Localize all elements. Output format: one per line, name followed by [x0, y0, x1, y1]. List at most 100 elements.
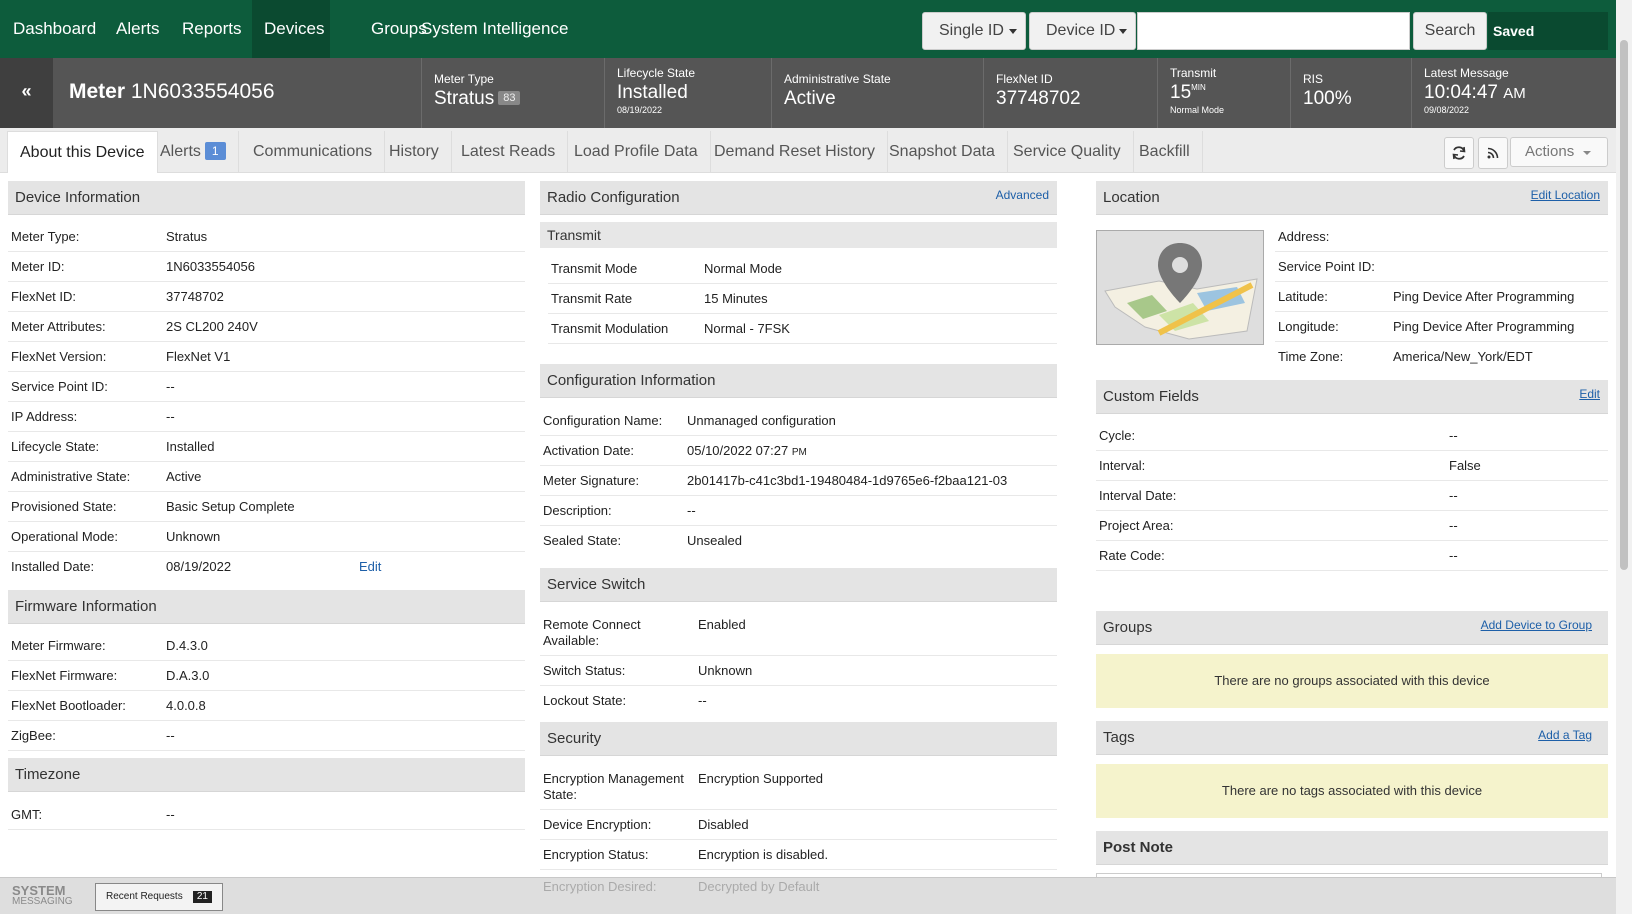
table-row: Interval: False: [1096, 451, 1608, 481]
edit-custom-fields-link[interactable]: Edit: [1579, 380, 1600, 408]
table-row: Address:: [1275, 222, 1608, 252]
recent-requests-button[interactable]: Recent Requests 21: [95, 883, 223, 911]
search-input[interactable]: [1137, 12, 1410, 50]
table-row: Meter Signature: 2b01417b-c41c3bd1-194804…: [540, 466, 1057, 496]
tab-alerts[interactable]: Alerts 1: [148, 131, 239, 173]
radio-config-header: Radio Configuration Advanced: [540, 181, 1057, 215]
collapse-button[interactable]: «: [0, 58, 53, 128]
table-row: Transmit Modulation Normal - 7FSK: [548, 314, 1057, 344]
nav-reports[interactable]: Reports: [170, 0, 254, 58]
row-value: Unmanaged configuration: [687, 413, 836, 428]
tab-service-quality[interactable]: Service Quality: [1001, 131, 1134, 173]
tab-snapshot[interactable]: Snapshot Data: [877, 131, 1008, 173]
count-badge: 83: [498, 91, 521, 105]
security-header: Security: [540, 722, 1057, 756]
scrollbar-thumb[interactable]: [1620, 40, 1628, 570]
row-key: Operational Mode:: [11, 529, 118, 544]
row-value-ampm: PM: [791, 447, 807, 458]
edit-location-link[interactable]: Edit Location: [1531, 181, 1600, 209]
rss-button[interactable]: [1478, 137, 1508, 169]
add-device-to-group-link[interactable]: Add Device to Group: [1481, 611, 1592, 639]
stat-value: 10:04:47: [1424, 82, 1498, 103]
table-row: Transmit Rate 15 Minutes: [548, 284, 1057, 314]
rss-icon: [1487, 147, 1499, 159]
row-key: Description:: [543, 503, 612, 518]
tab-history[interactable]: History: [377, 131, 452, 173]
table-row: Lifecycle State: Installed: [8, 432, 525, 462]
advanced-link[interactable]: Advanced: [996, 181, 1049, 209]
row-value: --: [166, 807, 175, 822]
row-value: Normal - 7FSK: [704, 321, 790, 336]
tab-about[interactable]: About this Device: [7, 131, 158, 173]
add-tag-link[interactable]: Add a Tag: [1538, 721, 1592, 749]
nav-alerts[interactable]: Alerts: [104, 0, 171, 58]
tab-demand-reset[interactable]: Demand Reset History: [702, 131, 888, 173]
table-row: Meter Attributes: 2S CL200 240V: [8, 312, 525, 342]
row-key: Meter Firmware:: [11, 638, 106, 653]
edit-installed-date-link[interactable]: Edit: [359, 559, 381, 574]
row-value: 08/19/2022: [166, 559, 232, 574]
page-scrollbar[interactable]: [1616, 0, 1632, 914]
refresh-button[interactable]: [1444, 137, 1474, 169]
tab-communications[interactable]: Communications: [241, 131, 386, 173]
table-row: Installed Date: 08/19/2022 Edit: [8, 552, 525, 582]
location-map[interactable]: [1096, 230, 1264, 345]
search-button[interactable]: Search: [1413, 12, 1487, 50]
row-value: Normal Mode: [704, 261, 783, 276]
row-value: 15 Minutes: [704, 291, 768, 306]
nav-dashboard[interactable]: Dashboard: [1, 0, 108, 58]
row-key: Service Point ID:: [1278, 259, 1375, 274]
service-switch-header: Service Switch: [540, 568, 1057, 602]
chevron-down-icon: [1009, 29, 1017, 34]
tab-backfill[interactable]: Backfill: [1127, 131, 1203, 173]
stat-label: Meter Type: [434, 72, 494, 86]
table-row: Provisioned State: Basic Setup Complete: [8, 492, 525, 522]
stat-ampm: AM: [1503, 85, 1526, 102]
tab-load-profile[interactable]: Load Profile Data: [562, 131, 711, 173]
table-row: Service Point ID:: [1275, 252, 1608, 282]
stat-label: Lifecycle State: [617, 66, 696, 80]
system-messaging-logo[interactable]: SYSTEM MESSAGING: [12, 884, 73, 907]
table-row: Project Area: --: [1096, 511, 1608, 541]
row-key: FlexNet Version:: [11, 349, 107, 364]
row-value: Ping Device After Programming: [1393, 289, 1575, 304]
table-row: Meter Firmware: D.4.3.0: [8, 631, 525, 661]
row-value: D.A.3.0: [166, 668, 210, 683]
row-key: Latitude:: [1278, 289, 1328, 304]
row-value: Active: [166, 469, 202, 484]
row-value: --: [166, 728, 175, 743]
nav-system-intelligence[interactable]: System Intelligence: [409, 0, 580, 58]
row-key: Time Zone:: [1278, 349, 1344, 364]
row-key: Interval:: [1099, 458, 1146, 473]
search-field-select[interactable]: Device ID: [1029, 12, 1136, 50]
row-key: Project Area:: [1099, 518, 1174, 533]
row-value: 4.0.0.8: [166, 698, 206, 713]
stat-unit: MIN: [1191, 83, 1206, 92]
section-title: Custom Fields: [1103, 388, 1199, 405]
row-value: 2b01417b-c41c3bd1-19480484-1d9765e6-f2ba…: [687, 473, 1008, 488]
search-field-value: Device ID: [1046, 22, 1116, 39]
row-value: --: [698, 693, 707, 708]
table-row: Interval Date: --: [1096, 481, 1608, 511]
recent-requests-label: Recent Requests: [106, 891, 183, 902]
tab-latest-reads[interactable]: Latest Reads: [449, 131, 569, 173]
row-value: Decrypted by Default: [698, 879, 820, 894]
row-key: Switch Status:: [543, 663, 626, 678]
section-title: Location: [1103, 189, 1160, 206]
saved-searches-button[interactable]: Saved: [1488, 12, 1608, 50]
search-type-select[interactable]: Single ID: [922, 12, 1026, 50]
actions-dropdown[interactable]: Actions: [1510, 137, 1608, 167]
table-row: Remote Connect Available: Enabled: [540, 610, 1057, 656]
stat-transmit: Transmit 15MIN Normal Mode: [1157, 58, 1290, 128]
table-row: FlexNet Version: FlexNet V1: [8, 342, 525, 372]
timezone-header: Timezone: [8, 758, 525, 792]
row-value: Unknown: [698, 663, 753, 678]
device-title-id: 1N6033554056: [130, 80, 275, 103]
groups-empty-message: There are no groups associated with this…: [1096, 654, 1608, 708]
tags-header: Tags Add a Tag: [1096, 721, 1608, 755]
row-key: Transmit Rate: [551, 291, 633, 306]
stat-flexnet-id: FlexNet ID 37748702: [983, 58, 1157, 128]
nav-devices[interactable]: Devices: [252, 0, 330, 58]
row-key: Cycle:: [1099, 428, 1136, 443]
row-value: America/New_York/EDT: [1393, 349, 1533, 364]
